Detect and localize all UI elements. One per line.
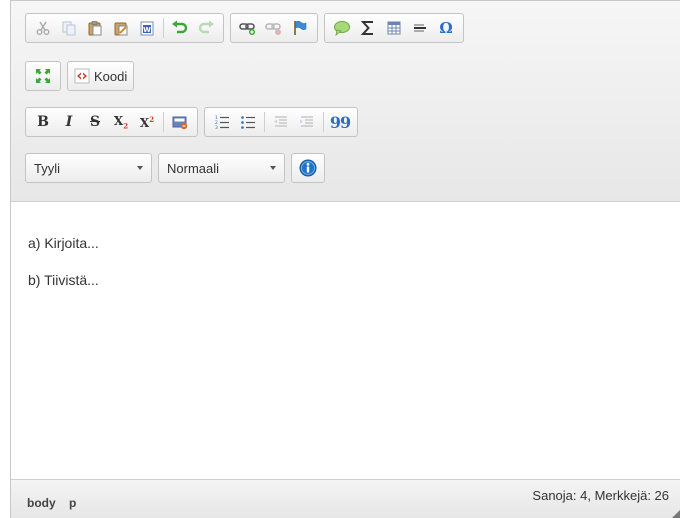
unlink-icon (265, 23, 281, 35)
horizontal-rule-button[interactable] (407, 15, 433, 41)
svg-text:3: 3 (215, 125, 218, 130)
maximize-button[interactable] (30, 63, 56, 89)
copy-button[interactable] (56, 15, 82, 41)
maximize-icon (36, 69, 50, 83)
copy-icon (62, 21, 76, 36)
paste-button[interactable] (82, 15, 108, 41)
format-dropdown[interactable]: Normaali (158, 153, 285, 183)
toolbar-separator (163, 18, 164, 38)
blockquote-button[interactable]: 99 (327, 109, 353, 135)
omega-button[interactable]: Ω (433, 15, 459, 41)
table-button[interactable] (381, 15, 407, 41)
redo-button[interactable] (193, 15, 219, 41)
paste-icon (88, 21, 102, 36)
paste-text-button[interactable] (108, 15, 134, 41)
italic-button[interactable]: I (56, 109, 82, 135)
indent-icon (300, 116, 313, 127)
sigma-icon (360, 21, 373, 35)
remove-format-button[interactable] (167, 109, 193, 135)
svg-text:W: W (143, 26, 151, 34)
strikethrough-icon: S (89, 114, 101, 130)
redo-icon (198, 20, 214, 34)
basic-styles-group: B I S X2 X2 (25, 107, 198, 137)
paste-word-icon: W (140, 21, 154, 36)
undo-icon (172, 20, 188, 34)
subscript-base: X (113, 113, 124, 128)
unlink-button[interactable] (261, 15, 287, 41)
outdent-button[interactable] (268, 109, 294, 135)
paste-word-button[interactable]: W (134, 15, 160, 41)
anchor-button[interactable] (287, 15, 313, 41)
bold-icon: B (37, 114, 49, 130)
anchor-icon (294, 21, 307, 35)
toolbar-row-3: B I S X2 X2 1 2 3 99 (25, 107, 364, 137)
strikethrough-button[interactable]: S (82, 109, 108, 135)
link-icon (239, 23, 255, 35)
remove-format-icon (172, 116, 188, 130)
subscript-button[interactable]: X2 (108, 109, 134, 135)
table-icon (387, 21, 401, 35)
word-count: Sanoja: 4, Merkkejä: 26 (532, 488, 669, 503)
toolbar-row-4: Tyyli Normaali (25, 153, 331, 183)
italic-icon: I (65, 114, 73, 130)
rich-text-editor: W Ω Koodi B I S X2 X2 1 2 3 99 Tyyli Nor… (10, 0, 680, 518)
superscript-base: X (139, 115, 150, 130)
links-group (230, 13, 318, 43)
paste-text-icon (114, 22, 128, 36)
omega-icon: Ω (439, 20, 452, 36)
indent-button[interactable] (294, 109, 320, 135)
subscript-mark: 2 (123, 121, 129, 131)
comment-button[interactable] (329, 15, 355, 41)
content-paragraph[interactable]: b) Tiivistä... (28, 271, 680, 289)
source-button[interactable]: Koodi (67, 61, 135, 91)
comment-icon (334, 21, 350, 36)
insert-group: Ω (324, 13, 464, 43)
toolbar-row-1: W Ω (25, 13, 470, 43)
superscript-button[interactable]: X2 (134, 109, 160, 135)
resize-handle-icon[interactable] (671, 509, 680, 518)
lists-group: 1 2 3 99 (204, 107, 358, 137)
about-group (291, 153, 325, 183)
source-icon (74, 68, 90, 84)
chevron-down-icon (270, 166, 276, 170)
path-item-p[interactable]: p (69, 496, 76, 510)
cut-button[interactable] (30, 15, 56, 41)
horizontal-rule-icon (414, 24, 426, 32)
subscript-icon: X2 (114, 115, 128, 129)
cut-icon (36, 21, 50, 35)
format-dropdown-label: Normaali (167, 160, 220, 176)
source-button-label: Koodi (94, 68, 128, 84)
editor-toolbar: W Ω Koodi B I S X2 X2 1 2 3 99 Tyyli Nor… (11, 1, 680, 202)
path-item-body[interactable]: body (27, 496, 56, 510)
outdent-icon (274, 116, 287, 127)
editor-content-area[interactable]: a) Kirjoita... b) Tiivistä... (11, 203, 680, 479)
bulleted-list-icon (241, 116, 255, 129)
numbered-list-button[interactable]: 1 2 3 (209, 109, 235, 135)
chevron-down-icon (137, 166, 143, 170)
undo-button[interactable] (167, 15, 193, 41)
element-path: body p (27, 496, 86, 510)
editor-statusbar: body p Sanoja: 4, Merkkejä: 26 (11, 479, 680, 518)
style-dropdown[interactable]: Tyyli (25, 153, 152, 183)
content-paragraph[interactable]: a) Kirjoita... (28, 234, 680, 252)
superscript-icon: X2 (140, 116, 154, 129)
about-button[interactable] (295, 155, 321, 181)
info-icon (299, 159, 317, 177)
toolbar-separator (163, 112, 164, 132)
style-dropdown-label: Tyyli (34, 160, 60, 176)
sigma-button[interactable] (355, 15, 381, 41)
superscript-mark: 2 (149, 114, 155, 124)
bold-button[interactable]: B (30, 109, 56, 135)
blockquote-icon: 99 (329, 112, 351, 132)
toolbar-separator (264, 112, 265, 132)
svg-text:Ω: Ω (439, 20, 452, 36)
toolbar-separator (323, 112, 324, 132)
numbered-list-icon: 1 2 3 (215, 115, 229, 130)
clipboard-group: W (25, 13, 224, 43)
link-button[interactable] (235, 15, 261, 41)
maximize-group (25, 61, 61, 91)
bulleted-list-button[interactable] (235, 109, 261, 135)
toolbar-row-2: Koodi (25, 61, 140, 91)
